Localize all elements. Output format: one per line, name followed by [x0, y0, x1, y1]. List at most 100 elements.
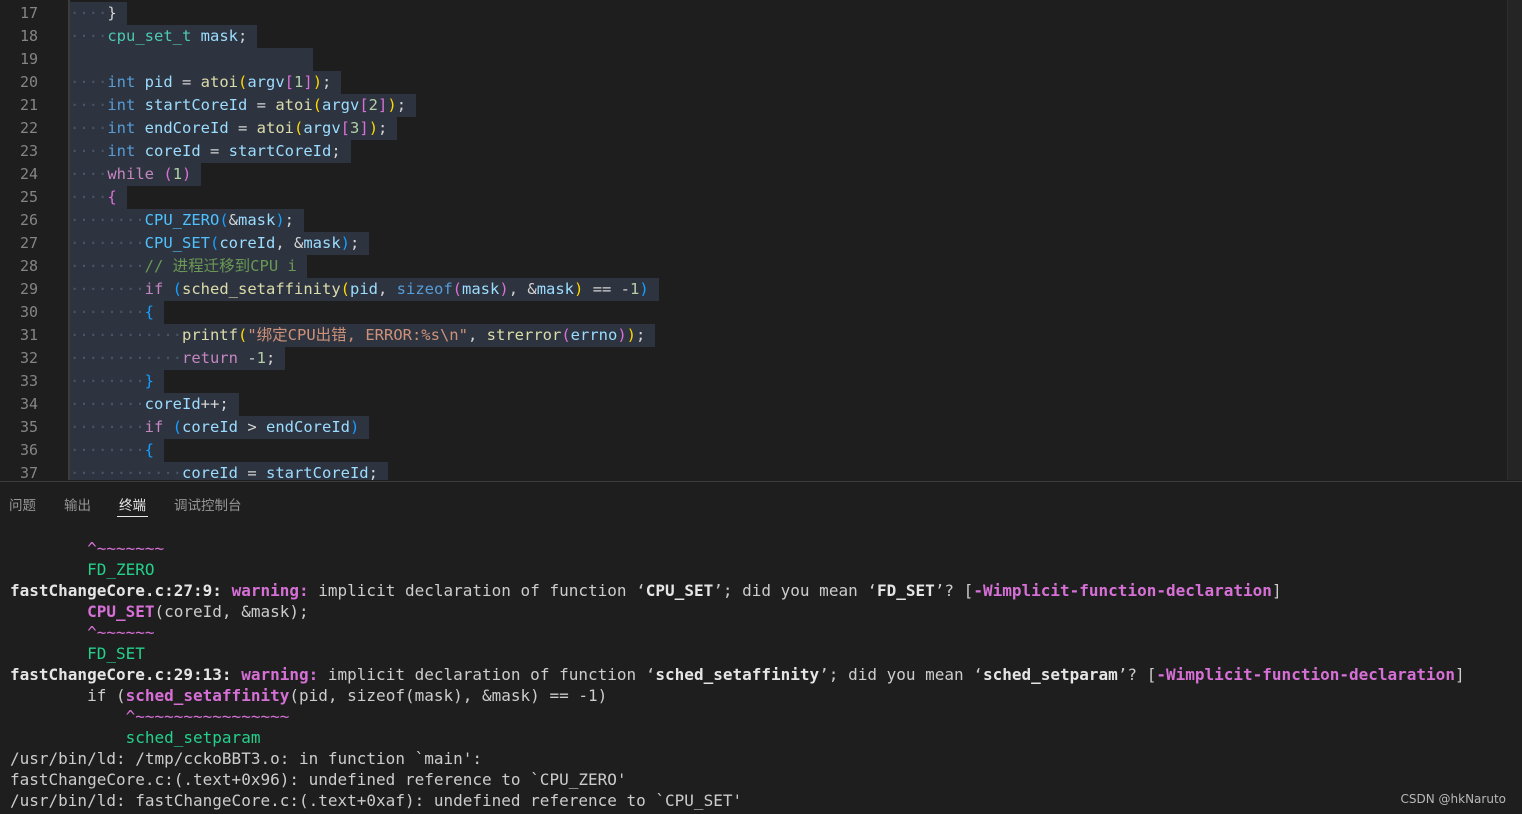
indent-whitespace: ············ — [70, 349, 182, 367]
terminal-text: /usr/bin/ld: /tmp/cckoBBT3.o: in functio… — [10, 749, 483, 768]
terminal-text: FD_ZERO — [10, 560, 155, 579]
tab-problems[interactable]: 问题 — [9, 494, 36, 514]
indent-whitespace: ········ — [70, 280, 145, 298]
code-token: ; — [238, 27, 248, 45]
code-token: ; — [331, 142, 341, 160]
code-token: ( — [561, 326, 571, 344]
indent-whitespace: ········ — [70, 303, 145, 321]
code-token: ) — [350, 418, 360, 436]
terminal-output[interactable]: ^~~~~~~~ FD_ZERO fastChangeCore.c:27:9: w… — [0, 521, 1522, 814]
code-token: { — [144, 441, 154, 459]
code-line[interactable]: ········CPU_ZERO(&mask); — [70, 209, 305, 232]
selection-highlight: ········CPU_ZERO(&mask); — [70, 209, 305, 232]
selection-highlight: ········if (coreId > endCoreId) — [70, 416, 370, 439]
terminal-text: if ( — [10, 686, 126, 705]
selection-highlight: ····{ — [70, 186, 127, 209]
code-line[interactable]: ········{ — [70, 439, 164, 462]
code-line[interactable]: ············printf("绑定CPU出错, ERROR:%s\n"… — [70, 324, 656, 347]
line-number: 19 — [19, 50, 38, 68]
code-line[interactable]: ············return -1; — [70, 347, 286, 370]
line-number: 34 — [19, 395, 38, 413]
tab-debug-console[interactable]: 调试控制台 — [174, 494, 242, 514]
terminal-text: FD_SET — [10, 644, 145, 663]
terminal-line: fastChangeCore.c:(.text+0x96): undefined… — [10, 769, 627, 790]
tab-output[interactable]: 输出 — [64, 494, 91, 514]
code-line[interactable] — [70, 48, 314, 71]
selection-highlight: ····int coreId = startCoreId; — [70, 140, 351, 163]
code-token: coreId — [182, 418, 239, 436]
code-token: errno — [570, 326, 618, 344]
code-token: ; — [266, 349, 276, 367]
indent-whitespace: ········ — [70, 257, 145, 275]
code-line[interactable]: ····} — [70, 2, 127, 25]
terminal-text: CPU_SET — [87, 602, 155, 621]
terminal-text: warning: — [241, 665, 328, 684]
code-line[interactable]: ····cpu_set_t mask; — [70, 25, 258, 48]
selection-highlight: ········// 进程迁移到CPU i — [70, 255, 307, 278]
selection-highlight: ····while (1) — [70, 163, 202, 186]
code-line[interactable]: ············coreId = startCoreId; — [70, 462, 388, 480]
indent-whitespace: ···· — [70, 119, 108, 137]
editor-scrollbar[interactable] — [1507, 0, 1522, 480]
code-line[interactable]: ····{ — [70, 186, 127, 209]
tab-terminal[interactable]: 终端 — [119, 494, 146, 514]
code-line[interactable]: ····int pid = atoi(argv[1]); — [70, 71, 342, 94]
code-line[interactable]: ········if (sched_setaffinity(pid, sizeo… — [70, 278, 659, 301]
indent-whitespace: ········ — [70, 211, 145, 229]
terminal-text: sched_setaffinity — [655, 665, 820, 684]
terminal-line: ^~~~~~~~~~~~~~~~~ — [10, 706, 290, 727]
code-token: ; — [368, 464, 378, 480]
code-editor[interactable]: 17 18 19 20 21 22 23 24 25 26 27 28 29 30 31 32 33 34 35 36… — [0, 0, 1522, 480]
terminal-text: fastChangeCore.c:(.text+0x96): undefined… — [10, 770, 627, 789]
terminal-text: ^~~~~~~~~~~~~~~~~ — [10, 707, 290, 726]
code-token: coreId — [144, 142, 201, 160]
code-token: ; — [350, 234, 360, 252]
line-number: 28 — [19, 257, 38, 275]
code-token: atoi — [200, 73, 238, 91]
code-token: ( — [172, 280, 183, 298]
code-line[interactable]: ····int coreId = startCoreId; — [70, 140, 351, 163]
code-token: mask — [200, 27, 238, 45]
code-token: ( — [340, 280, 350, 298]
code-token: 1 — [256, 349, 266, 367]
line-number-gutter: 17 18 19 20 21 22 23 24 25 26 27 28 29 30 31 32 33 34 35 36… — [0, 0, 68, 480]
selection-highlight: ········if (sched_setaffinity(pid, sizeo… — [70, 278, 659, 301]
code-line[interactable]: ····while (1) — [70, 163, 202, 186]
code-line[interactable]: ····int endCoreId = atoi(argv[3]); — [70, 117, 398, 140]
terminal-line: FD_SET — [10, 643, 145, 664]
code-token: > — [238, 418, 267, 436]
code-token: coreId — [219, 234, 276, 252]
indent-whitespace: ···· — [70, 165, 108, 183]
terminal-text: sched_setaffinity — [125, 686, 290, 705]
code-token: while — [107, 165, 154, 183]
watermark: CSDN @hkNaruto — [1400, 792, 1507, 806]
terminal-text: ’? [ — [934, 581, 974, 600]
code-token: // 进程迁移到CPU i — [144, 257, 297, 275]
code-line[interactable]: ········} — [70, 370, 164, 393]
terminal-line: fastChangeCore.c:29:13: warning: implici… — [10, 664, 1465, 685]
line-number: 27 — [19, 234, 38, 252]
code-token: argv — [322, 96, 360, 114]
code-line[interactable]: ········{ — [70, 301, 164, 324]
code-line[interactable]: ········// 进程迁移到CPU i — [70, 255, 307, 278]
code-token: int — [107, 96, 136, 114]
code-token: int — [107, 73, 136, 91]
code-line[interactable]: ····int startCoreId = atoi(argv[2]); — [70, 94, 417, 117]
code-token: , — [378, 280, 397, 298]
indent-whitespace: ········ — [70, 395, 145, 413]
code-token: coreId — [144, 395, 201, 413]
code-token: "绑定CPU出错, ERROR:%s\n" — [247, 326, 468, 344]
code-line[interactable]: ········if (coreId > endCoreId) — [70, 416, 370, 439]
code-token: = — [172, 73, 201, 91]
code-token: endCoreId — [144, 119, 229, 137]
line-number: 24 — [19, 165, 38, 183]
terminal-text: ] — [1271, 581, 1282, 600]
code-line[interactable]: ········coreId++; — [70, 393, 239, 416]
code-token: ; — [396, 96, 407, 114]
code-line[interactable]: ········CPU_SET(coreId, &mask); — [70, 232, 370, 255]
code-token: { — [107, 188, 117, 206]
code-token: ) — [626, 326, 637, 344]
